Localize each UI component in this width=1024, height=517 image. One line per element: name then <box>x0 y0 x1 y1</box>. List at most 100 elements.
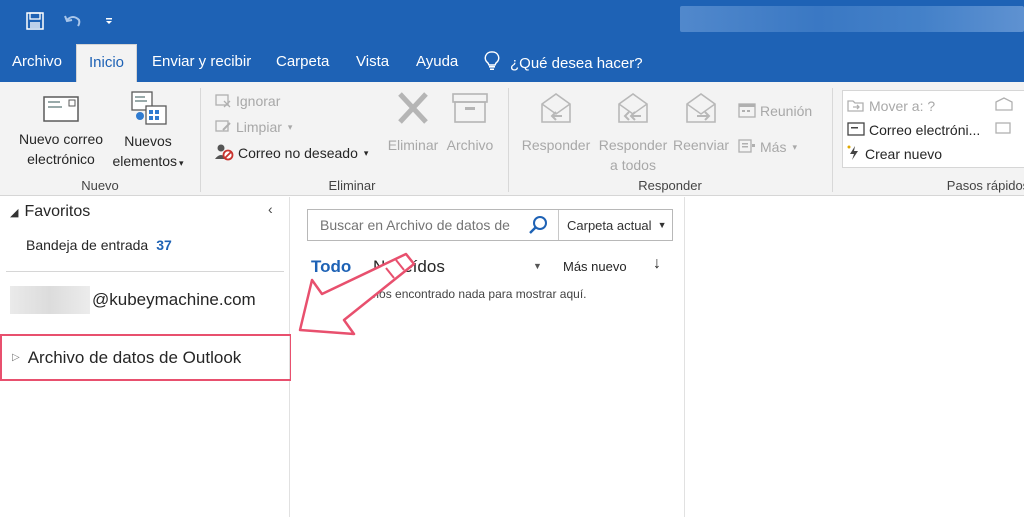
collapsed-triangle-icon: ▷ <box>12 352 20 363</box>
favorites-label: Favoritos <box>24 203 91 220</box>
group-label-nuevo: Nuevo <box>81 178 119 193</box>
customize-qat-icon[interactable] <box>96 8 122 34</box>
account-folder[interactable]: @kubeymachine.com <box>10 285 256 315</box>
more-icon <box>738 138 756 157</box>
empty-list-message: No hemos encontrado nada para mostrar aq… <box>337 287 587 301</box>
tell-me-search[interactable]: ¿Qué desea hacer? <box>484 44 643 82</box>
delete-icon <box>394 90 432 131</box>
forward-label: Reenviar <box>672 137 730 153</box>
filter-unread[interactable]: No leídos <box>373 257 445 277</box>
account-email-suffix: @kubeymachine.com <box>92 290 256 309</box>
inbox-label: Bandeja de entrada <box>26 237 149 253</box>
quickstep-team-email-icon[interactable] <box>995 97 1013 116</box>
quickstep-email[interactable]: Correo electróni... <box>847 119 980 141</box>
ignore-label: Ignorar <box>236 93 281 109</box>
cleanup-button[interactable]: Limpiar ▾ <box>214 116 292 138</box>
quick-steps-gallery: Mover a: ? Correo electróni... Crear nue… <box>842 90 1024 168</box>
group-separator <box>200 88 201 192</box>
collapse-pane-icon[interactable]: ‹ <box>268 201 273 217</box>
sort-order[interactable]: Más nuevo <box>563 259 627 274</box>
quickstep-move-to-label: Mover a: ? <box>869 98 936 114</box>
folder-arrow-icon <box>847 97 865 116</box>
forward-button[interactable]: Reenviar <box>670 90 732 155</box>
quickstep-create-new-label: Crear nuevo <box>865 146 943 162</box>
new-items-label-1: Nuevos <box>124 133 172 149</box>
tab-archivo[interactable]: Archivo <box>0 44 74 82</box>
more-respond-button[interactable]: Más ▾ <box>738 136 797 158</box>
reply-all-icon <box>613 90 653 133</box>
reply-all-button[interactable]: Responder a todos <box>596 90 670 175</box>
junk-icon <box>214 143 234 164</box>
reply-button[interactable]: Responder <box>518 90 594 155</box>
tell-me-label: ¿Qué desea hacer? <box>510 54 643 72</box>
folder-pane: ◢ Favoritos ‹ Bandeja de entrada 37 @kub… <box>0 197 292 517</box>
new-email-icon <box>42 94 80 129</box>
new-items-label-2: elementos ▾ <box>112 153 184 169</box>
meeting-icon <box>738 102 756 121</box>
quickstep-email-label: Correo electróni... <box>869 122 981 138</box>
junk-button[interactable]: Correo no deseado ▾ <box>214 142 368 164</box>
tab-enviar-y-recibir[interactable]: Enviar y recibir <box>140 44 263 82</box>
quickstep-reply-delete-icon[interactable] <box>995 121 1013 140</box>
junk-label: Correo no deseado <box>238 145 358 161</box>
tab-ayuda[interactable]: Ayuda <box>404 44 470 82</box>
reading-pane <box>686 197 1024 517</box>
expanded-triangle-icon: ◢ <box>10 206 19 219</box>
archive-button[interactable]: Archivo <box>442 90 498 155</box>
filter-all[interactable]: Todo <box>311 257 351 277</box>
ignore-icon <box>214 92 232 111</box>
reply-icon <box>536 90 576 133</box>
new-email-button[interactable]: Nuevo correo electrónico <box>8 90 114 169</box>
filter-dropdown-icon[interactable]: ▼ <box>533 261 542 271</box>
search-scope-select[interactable]: Carpeta actual ▼ <box>558 210 672 240</box>
undo-icon[interactable] <box>60 8 86 34</box>
lightning-icon <box>847 145 861 164</box>
search-icon[interactable] <box>528 215 548 235</box>
save-icon[interactable] <box>22 8 48 34</box>
account-name-obscured <box>10 286 90 314</box>
favorites-header[interactable]: ◢ Favoritos <box>10 203 90 221</box>
message-list: Carpeta actual ▼ Todo No leídos ▼ Más nu… <box>291 197 685 517</box>
ribbon-tab-bar: Archivo Inicio Enviar y recibir Carpeta … <box>0 44 1024 83</box>
window-title-obscured <box>680 6 1024 32</box>
tab-inicio[interactable]: Inicio <box>76 44 138 83</box>
search-scope-label: Carpeta actual <box>567 217 652 233</box>
group-label-responder: Responder <box>638 178 702 193</box>
filter-row: Todo No leídos ▼ Más nuevo ↓ <box>311 255 671 281</box>
new-items-button[interactable]: Nuevos elementos ▾ <box>104 90 192 173</box>
group-label-eliminar: Eliminar <box>328 178 376 193</box>
group-separator <box>508 88 509 192</box>
divider <box>6 271 284 272</box>
forward-icon <box>681 90 721 133</box>
favorites-inbox[interactable]: Bandeja de entrada 37 <box>26 237 172 253</box>
quickstep-move-to[interactable]: Mover a: ? <box>847 95 935 117</box>
tab-vista[interactable]: Vista <box>344 44 401 82</box>
reply-all-label-1: Responder <box>598 137 668 153</box>
new-email-label-2: electrónico <box>27 151 95 167</box>
reply-all-label-2: a todos <box>610 157 656 173</box>
lightbulb-icon <box>484 51 500 75</box>
new-email-label-1: Nuevo correo <box>18 131 104 147</box>
title-bar <box>0 0 1024 44</box>
delete-button[interactable]: Eliminar <box>382 90 444 155</box>
quickstep-create-new[interactable]: Crear nuevo <box>847 143 942 165</box>
tab-carpeta[interactable]: Carpeta <box>264 44 341 82</box>
more-label: Más <box>760 139 787 155</box>
sort-direction-icon[interactable]: ↓ <box>653 255 661 273</box>
ignore-button[interactable]: Ignorar <box>214 90 280 112</box>
datafile-label: Archivo de datos de Outlook <box>27 347 242 367</box>
new-items-icon <box>128 90 168 131</box>
reply-label: Responder <box>521 137 591 153</box>
outlook-data-file-folder[interactable]: ▷ Archivo de datos de Outlook <box>0 334 292 381</box>
meeting-button[interactable]: Reunión <box>738 100 812 122</box>
search-input[interactable] <box>308 210 552 240</box>
meeting-label: Reunión <box>760 103 813 119</box>
chevron-down-icon: ▼ <box>657 220 667 230</box>
cleanup-label: Limpiar <box>236 119 282 135</box>
group-label-pasos-rapidos: Pasos rápidos <box>946 178 1024 193</box>
group-separator <box>832 88 833 192</box>
delete-label: Eliminar <box>387 137 439 153</box>
inbox-unread-count: 37 <box>156 237 172 253</box>
archive-label: Archivo <box>446 137 494 153</box>
search-box: Carpeta actual ▼ <box>307 209 673 241</box>
